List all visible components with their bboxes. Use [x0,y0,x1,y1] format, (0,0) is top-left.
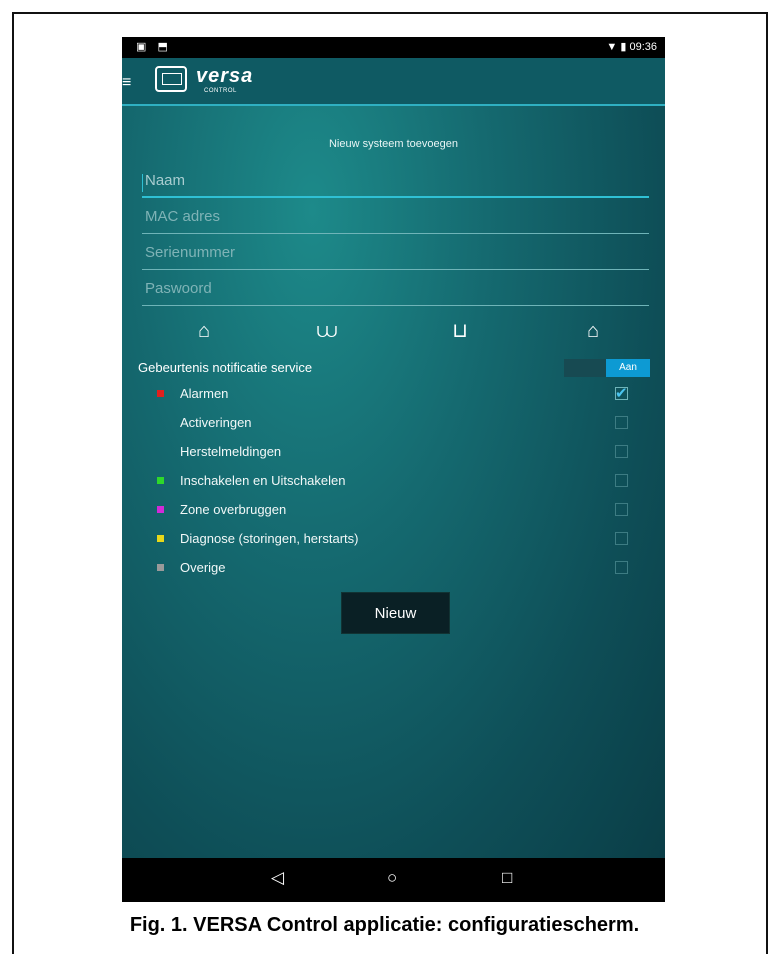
notification-service-label: Gebeurtenis notificatie service [138,360,313,375]
toggle-on-label: Aan [606,359,650,377]
toggle-off-segment [564,359,606,377]
form-title: Nieuw systeem toevoegen [328,138,458,150]
notification-checkbox[interactable] [615,532,628,545]
mac-field-placeholder: MAC adres [145,208,221,225]
notification-checkbox[interactable] [615,561,628,574]
mac-address-field[interactable]: MAC adres [142,208,649,234]
back-icon[interactable]: ◁ [271,868,284,888]
notification-row-label: Zone overbruggen [180,502,287,517]
category-color-icon [157,390,164,397]
notification-row-label: Overige [180,560,226,575]
keypad-logo-icon [155,66,187,92]
category-color-icon [157,506,164,513]
notification-checkbox[interactable] [615,503,628,516]
notification-row[interactable]: Inschakelen en Uitschakelen [122,471,665,493]
notification-icons: ▣ ⬒ [136,41,172,53]
notification-checkbox[interactable] [615,384,628,402]
notification-row[interactable]: Alarmen [122,384,665,406]
notification-checkbox[interactable] [615,474,628,487]
notification-checkbox[interactable] [615,416,628,429]
menu-icon[interactable]: ≡ [122,74,131,92]
notification-row-label: Diagnose (storingen, herstarts) [180,531,359,546]
boat-house-icon[interactable]: ⩊ [314,319,340,343]
category-color-icon [157,564,164,571]
notification-row-label: Herstelmeldingen [180,444,282,459]
system-type-selector: ⌂ ⩊ ⊔ ⌂ [122,319,665,349]
recents-icon[interactable]: □ [502,868,512,888]
phone-screen: ▣ ⬒ ▼ ▮ 09:36 ≡ versa CONTROL Nieuw syst… [122,37,665,902]
notification-row[interactable]: Zone overbruggen [122,500,665,522]
notification-checkbox[interactable] [615,445,628,458]
status-right: ▼ ▮ 09:36 [606,40,657,53]
app-bar: ≡ versa CONTROL [122,58,665,106]
category-color-icon [157,535,164,542]
notification-toggle[interactable]: Aan [564,359,650,377]
factory-icon[interactable]: ⊔ [447,319,473,343]
notification-row[interactable]: Herstelmeldingen [122,442,665,464]
serial-field-placeholder: Serienummer [145,244,236,261]
new-button[interactable]: Nieuw [341,592,450,634]
notification-row[interactable]: Overige [122,558,665,580]
password-field[interactable]: Paswoord [142,280,649,306]
notification-row-label: Activeringen [180,415,252,430]
garage-icon[interactable]: ⌂ [580,319,606,343]
name-field[interactable]: Naam [142,172,649,198]
wifi-battery-icons: ▼ ▮ [606,41,627,53]
notification-row-label: Inschakelen en Uitschakelen [180,473,346,488]
navigation-bar: ◁ ○ □ [122,858,665,902]
serial-number-field[interactable]: Serienummer [142,244,649,270]
figure-caption: Fig. 1. VERSA Control applicatie: config… [129,914,640,936]
notification-row[interactable]: Activeringen [122,413,665,435]
password-field-placeholder: Paswoord [145,280,212,297]
notification-row-label: Alarmen [180,386,229,401]
home-nav-icon[interactable]: ○ [387,868,397,888]
home-icon[interactable]: ⌂ [191,319,217,343]
app-logo-subtitle: CONTROL [204,88,237,94]
notification-row[interactable]: Diagnose (storingen, herstarts) [122,529,665,551]
app-logo-text: versa [196,65,254,87]
status-bar: ▣ ⬒ ▼ ▮ 09:36 [122,37,665,58]
category-color-icon [157,477,164,484]
clock: 09:36 [629,41,657,53]
name-field-placeholder: Naam [145,172,186,189]
